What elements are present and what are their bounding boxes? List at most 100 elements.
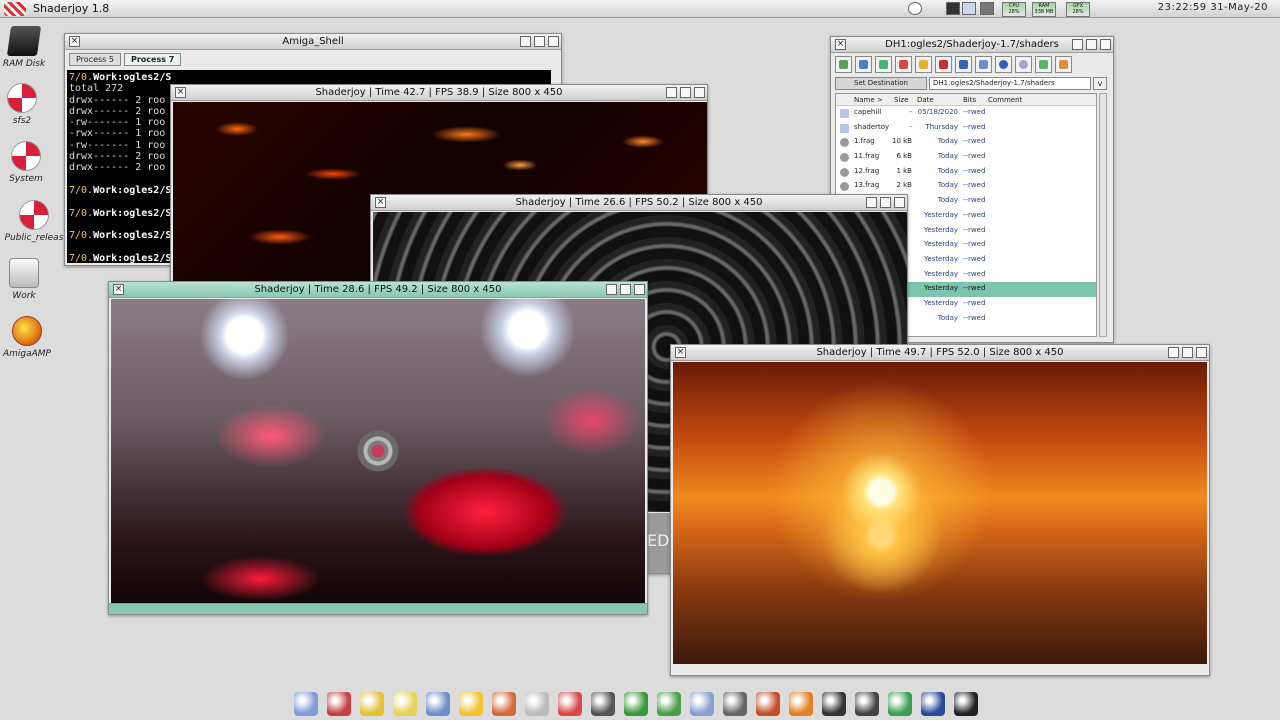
printer-icon[interactable] [946,2,960,15]
file-size: 6 kB [896,152,912,161]
window-icon[interactable] [426,692,450,716]
info-button[interactable] [995,56,1012,73]
filer-titlebar[interactable]: × DH1:ogles2/Shaderjoy-1.7/shaders [831,37,1113,53]
shaderjoy-title: Shaderjoy | Time 42.7 | FPS 38.9 | Size … [315,87,563,98]
depth-icon[interactable] [694,87,705,98]
magnifier-doc-icon[interactable] [327,692,351,716]
shell-titlebar[interactable]: × Amiga_Shell [65,34,561,50]
tab-process-7[interactable]: Process 7 [123,53,182,66]
disc-icon[interactable] [525,692,549,716]
file-name: 12.frag [854,166,880,175]
camera-icon[interactable] [822,692,846,716]
depth-icon[interactable] [548,36,559,47]
edit-button[interactable] [915,56,932,73]
lamp-icon[interactable] [393,692,417,716]
desktop-icon-ram-disk[interactable]: RAM Disk [0,26,54,69]
depth-icon[interactable] [894,197,905,208]
column-size[interactable]: Size [894,96,908,104]
desktop-icon-amigaamp[interactable]: AmigaAMP [0,316,57,359]
iconify-icon[interactable] [606,284,617,295]
desktop-icon-work[interactable]: Work [0,258,54,301]
iconify-icon[interactable] [1168,347,1179,358]
spreadsheet-icon[interactable] [657,692,681,716]
shaderjoy-titlebar[interactable]: × Shaderjoy | Time 28.6 | FPS 49.2 | Siz… [109,282,647,298]
amigaamp-icon[interactable] [789,692,813,716]
disk-button[interactable] [955,56,972,73]
zoom-icon[interactable] [880,197,891,208]
depth-icon[interactable] [1100,39,1111,50]
desktop-icon-sfs2[interactable]: sfs2 [0,83,52,126]
shell-line: 7/0.Work:ogles2/S [69,72,172,83]
shield-button[interactable] [1055,56,1072,73]
chip-icon[interactable] [980,2,994,15]
iconify-icon[interactable] [666,87,677,98]
file-row[interactable]: 12.frag 1 kB Today --rwed [836,165,1096,180]
shader-render-sunset[interactable] [673,362,1207,664]
file-name: 11.frag [854,152,880,161]
network-icon[interactable] [921,692,945,716]
file-bits: --rwed [963,210,986,219]
search-icon[interactable] [591,692,615,716]
depth-icon[interactable] [634,284,645,295]
palette-icon[interactable] [459,692,483,716]
download-icon[interactable] [888,692,912,716]
window-button[interactable] [975,56,992,73]
calculator-icon[interactable] [690,692,714,716]
file-list-scrollbar[interactable] [1099,93,1107,337]
delete-button[interactable] [935,56,952,73]
monitor-icon[interactable] [558,692,582,716]
zoom-icon[interactable] [680,87,691,98]
desktop-icon-public-release[interactable]: Public_releas [4,200,64,243]
file-row[interactable]: 13.frag 2 kB Today --rwed [836,179,1096,194]
reload-button[interactable] [1035,56,1052,73]
tab-process-5[interactable]: Process 5 [69,53,121,66]
column-comment[interactable]: Comment [988,96,1022,104]
computer-icon[interactable] [855,692,879,716]
shaderjoy-titlebar[interactable]: × Shaderjoy | Time 26.6 | FPS 50.2 | Siz… [371,195,907,211]
search-button[interactable] [1015,56,1032,73]
column-bits[interactable]: Bits [963,96,976,104]
path-field[interactable]: DH1:ogles2/Shaderjoy-1.7/shaders [929,77,1091,90]
notepad-icon[interactable] [492,692,516,716]
file-name: 13.frag [854,181,880,190]
set-destination-button[interactable]: Set Destination [835,77,927,90]
file-row[interactable]: 11.frag 6 kB Today --rwed [836,150,1096,165]
undo-button[interactable] [895,56,912,73]
window-icon[interactable] [962,2,976,15]
iconify-icon[interactable] [1072,39,1083,50]
file-bits: --rwed [963,166,986,175]
shaderjoy-titlebar[interactable]: × Shaderjoy | Time 42.7 | FPS 38.9 | Siz… [171,85,707,101]
refresh-button[interactable] [875,56,892,73]
file-name: capehill [854,108,882,116]
pencil-icon[interactable] [624,692,648,716]
amiga-logo-icon[interactable] [4,2,26,16]
zoom-icon[interactable] [1086,39,1097,50]
column-date[interactable]: Date [917,96,934,104]
parent-button[interactable] [835,56,852,73]
zoom-icon[interactable] [620,284,631,295]
boing-ball-icon [19,200,49,230]
dosbox-icon[interactable] [954,692,978,716]
iconify-icon[interactable] [520,36,531,47]
boing-ball-icon [7,83,37,113]
iconify-icon[interactable] [866,197,877,208]
file-row[interactable]: capehill -05/18/2020 --rwed [836,106,1096,121]
sphere-icon[interactable] [294,692,318,716]
game-icon[interactable] [723,692,747,716]
zoom-icon[interactable] [534,36,545,47]
file-list-header: Name > Size Date Bits Comment [836,94,1096,106]
filer-title: DH1:ogles2/Shaderjoy-1.7/shaders [885,39,1059,50]
back-button[interactable] [855,56,872,73]
path-dropdown-button[interactable]: v [1093,77,1107,90]
file-row[interactable]: shadertoy - Thursday --rwed [836,121,1096,136]
shader-render-spirals[interactable] [111,299,645,603]
file-row[interactable]: 1.frag 10 kB Today --rwed [836,135,1096,150]
shaderjoy-titlebar[interactable]: × Shaderjoy | Time 49.7 | FPS 52.0 | Siz… [671,345,1209,361]
depth-icon[interactable] [1196,347,1207,358]
desktop-icon-system[interactable]: System [0,141,56,184]
wifi-icon[interactable] [908,2,922,15]
film-icon[interactable] [756,692,780,716]
column-name[interactable]: Name > [854,96,883,104]
sun-tool-icon[interactable] [360,692,384,716]
zoom-icon[interactable] [1182,347,1193,358]
